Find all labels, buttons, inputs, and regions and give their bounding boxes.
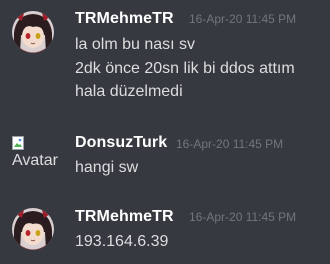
message-text: 193.164.6.39 — [75, 233, 169, 250]
username[interactable]: TRMehmeTR — [75, 208, 174, 226]
avatar-alt-text: Avatar — [12, 152, 58, 169]
broken-image-icon — [12, 136, 24, 150]
avatar[interactable] — [12, 11, 54, 53]
avatar[interactable]: Avatar — [12, 134, 62, 176]
avatar[interactable] — [12, 208, 54, 250]
timestamp: 16-Apr-20 11:45 PM — [189, 210, 297, 224]
anime-girl-avatar-icon — [12, 208, 54, 250]
timestamp: 16-Apr-20 11:45 PM — [189, 12, 297, 26]
username[interactable]: TRMehmeTR — [75, 10, 174, 28]
message-text: 2dk önce 20sn lik bi ddos attım — [75, 60, 295, 77]
message-text: hangi sw — [75, 159, 139, 176]
message-text: la olm bu nası sv — [75, 36, 196, 53]
timestamp: 16-Apr-20 11:45 PM — [176, 137, 284, 151]
anime-girl-avatar-icon — [12, 11, 54, 53]
message-text: hala düzelmedi — [75, 83, 183, 100]
username[interactable]: DonsuzTurk — [75, 134, 167, 152]
